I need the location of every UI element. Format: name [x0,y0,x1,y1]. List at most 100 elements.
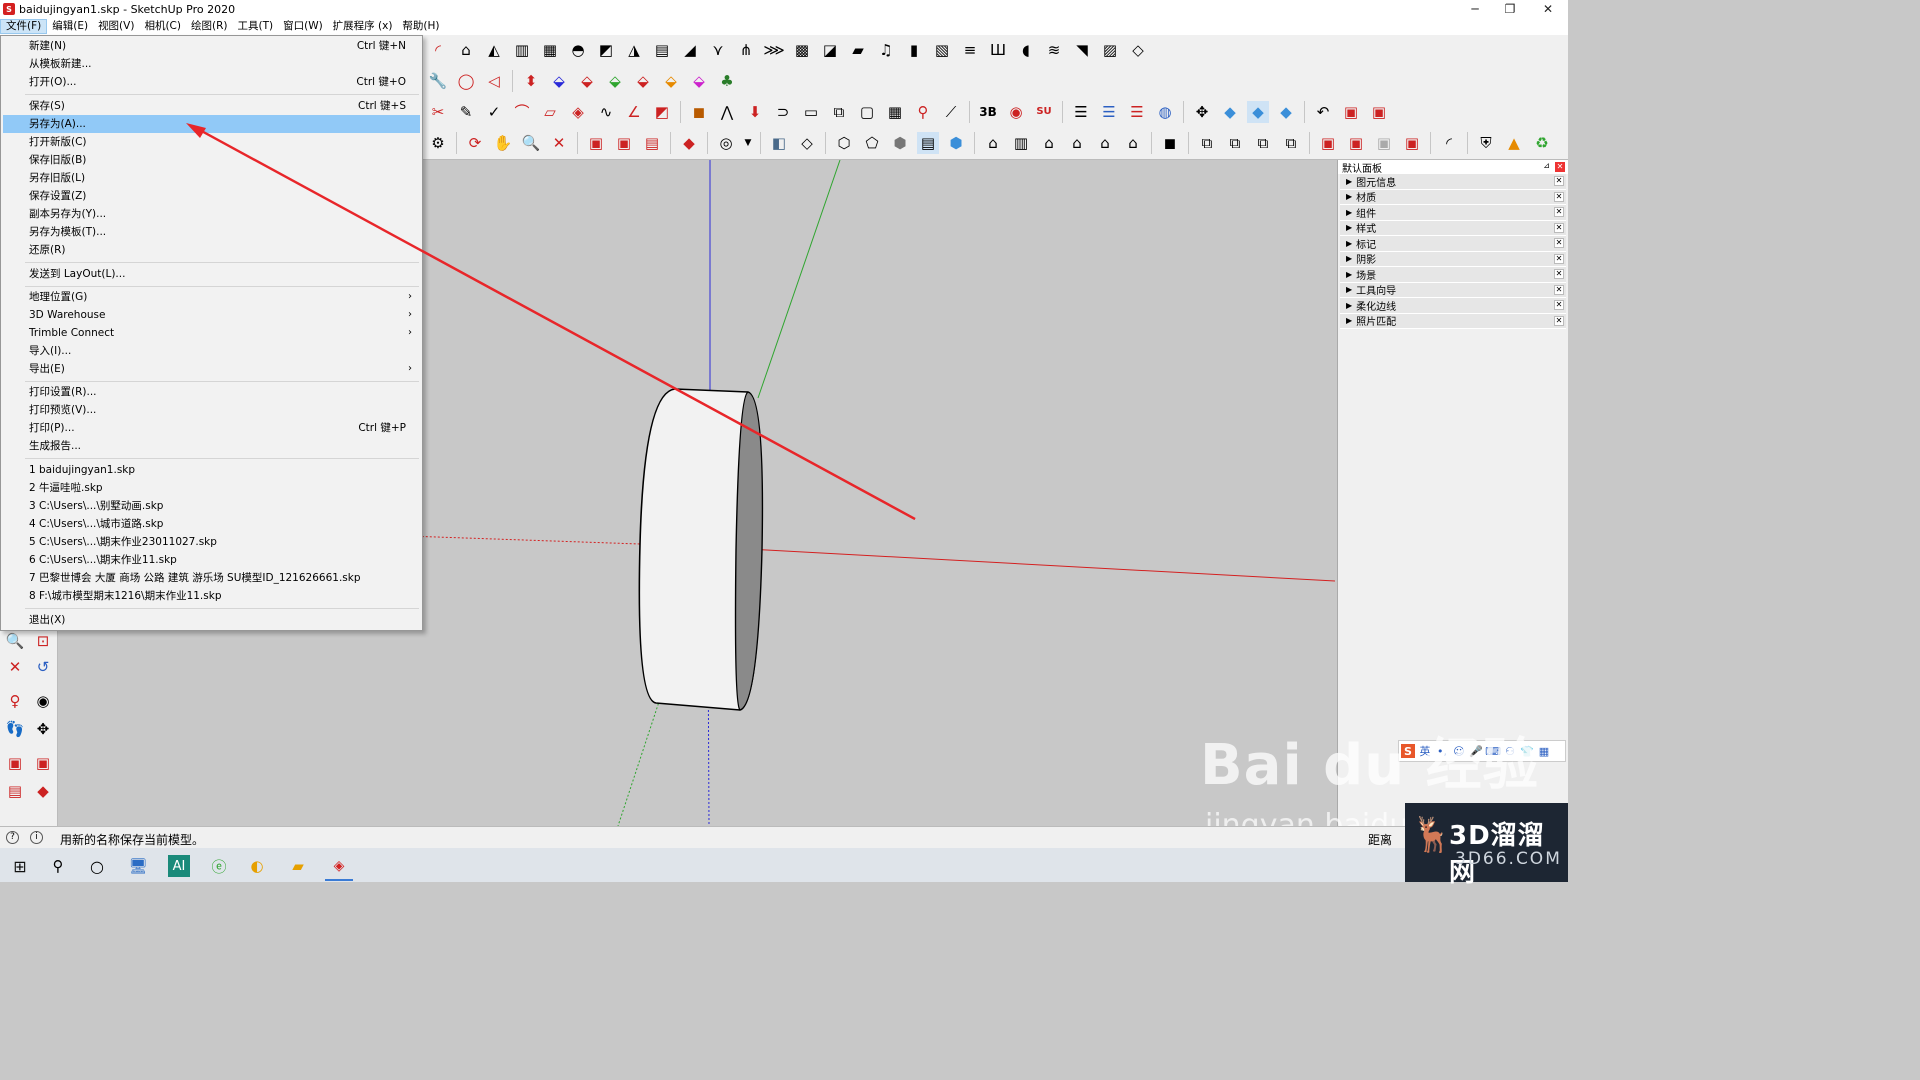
move-arrows-icon[interactable]: ✥ [1191,101,1213,123]
left-view-icon[interactable]: ⌂ [1122,132,1144,154]
panel-close-icon[interactable]: ✕ [1554,253,1564,264]
tray-panel-match-photo[interactable]: ▶ 照片匹配 ✕ [1340,313,1566,329]
menu-recent-file-5[interactable]: 5 C:\Users\...\期末作业23011027.skp [3,533,420,551]
curve-icon[interactable]: ◜ [1438,132,1460,154]
menu-exit[interactable]: 退出(X) [3,611,420,629]
shaded-texture-icon[interactable]: ▤ [917,132,939,154]
computer-icon[interactable]: 🖥 [120,851,156,881]
xray-icon[interactable]: ◧ [768,132,790,154]
tray-panel-soften-edges[interactable]: ▶ 柔化边线 ✕ [1340,298,1566,314]
panel-close-icon[interactable]: ✕ [1554,315,1564,326]
front-view-icon[interactable]: ⌂ [1038,132,1060,154]
zoom-extents-left-icon[interactable]: ✕ [4,656,26,678]
pipe-icon[interactable]: ⊃ [772,101,794,123]
menu-print[interactable]: 打印(P)... Ctrl 键+P [3,419,420,437]
circle-icon[interactable]: ◯ [455,70,477,92]
box-outline-icon[interactable]: ◇ [1127,39,1149,61]
pen-icon[interactable]: ✎ [455,101,477,123]
walk-footprints-icon[interactable]: 👣 [4,718,26,740]
tray-panel-instructor[interactable]: ▶ 工具向导 ✕ [1340,282,1566,298]
tray-panel-shadows[interactable]: ▶ 阴影 ✕ [1340,251,1566,267]
move-x-icon[interactable]: ⬙ [660,70,682,92]
move-f-icon[interactable]: ⬙ [688,70,710,92]
move-red-icon[interactable]: ⬙ [576,70,598,92]
wireframe-icon[interactable]: ⬡ [833,132,855,154]
wave-icon[interactable]: ≋ [1043,39,1065,61]
previous-view-icon[interactable]: ↺ [32,656,54,678]
menu-edit[interactable]: 编辑(E) [47,19,93,34]
panel-close-icon[interactable]: ✕ [1554,238,1564,248]
brush-icon[interactable]: ⟋ [940,101,962,123]
menu-window[interactable]: 窗口(W) [278,19,328,34]
mesh2-icon[interactable]: ▨ [1099,39,1121,61]
minimize-button[interactable]: ─ [1457,0,1493,18]
warehouse-left-icon[interactable]: ▣ [4,752,26,774]
menu-save[interactable]: 保存(S) Ctrl 键+S [3,97,420,115]
menu-geo-location[interactable]: 地理位置(G) › [3,288,420,306]
file-explorer-icon[interactable]: ▰ [280,851,316,881]
menu-recent-file-2[interactable]: 2 牛逼哇啦.skp [3,479,420,497]
menu-save-settings[interactable]: 保存设置(Z) [3,187,420,205]
section-fill-icon[interactable]: ◆ [1275,101,1297,123]
tray-panel-styles[interactable]: ▶ 样式 ✕ [1340,220,1566,236]
slope-icon[interactable]: ◪ [819,39,841,61]
plate-icon[interactable]: ▰ [847,39,869,61]
back-view-icon[interactable]: ⌂ [1094,132,1116,154]
tray-panel-tags[interactable]: ▶ 标记 ✕ [1340,236,1566,252]
recycle-icon[interactable]: ♻ [1531,132,1553,154]
arch-icon[interactable]: ⌒ [511,101,533,123]
plugin-b-icon[interactable]: ▣ [1373,132,1395,154]
column-icon[interactable]: ▦ [539,39,561,61]
tray-panel-components[interactable]: ▶ 组件 ✕ [1340,205,1566,221]
top-view-icon[interactable]: ▥ [1010,132,1032,154]
menu-save-as-template[interactable]: 另存为模板(T)... [3,223,420,241]
paint-icon[interactable]: ▱ [539,101,561,123]
shell-icon[interactable]: ◖ [1015,39,1037,61]
menu-recent-file-7[interactable]: 7 巴黎世博会 大厦 商场 公路 建筑 游乐场 SU模型ID_121626661… [3,569,420,587]
check-curve-icon[interactable]: ✓ [483,101,505,123]
menu-save-as[interactable]: 另存为(A)... [3,115,420,133]
ruby-icon[interactable]: ◆ [678,132,700,154]
menu-send-to-layout[interactable]: 发送到 LayOut(L)... [3,265,420,283]
bars-icon[interactable]: ▥ [511,39,533,61]
grid-icon[interactable]: ▧ [931,39,953,61]
polygon-icon[interactable]: ◁ [483,70,505,92]
book-icon[interactable]: ▮ [903,39,925,61]
tag-icon[interactable]: ◩ [651,101,673,123]
slab-icon[interactable]: ▭ [800,101,822,123]
move-n-icon[interactable]: ⬙ [632,70,654,92]
leaf-icon[interactable]: ◩ [595,39,617,61]
task-view-icon[interactable]: ○ [79,851,115,881]
zoom-window-icon[interactable]: ⊡ [32,630,54,652]
ruby-console-icon[interactable]: ▣ [1317,132,1339,154]
menu-save-copy-as[interactable]: 副本另存为(Y)... [3,205,420,223]
menu-recent-file-4[interactable]: 4 C:\Users\...\城市道路.skp [3,515,420,533]
zoom-extents-icon[interactable]: ✕ [548,132,570,154]
ai-app-icon[interactable]: AI [168,855,190,877]
menu-print-setup[interactable]: 打印设置(R)... [3,383,420,401]
position-camera-icon[interactable]: ♀ [4,690,26,712]
hidden-line-icon[interactable]: ⬠ [861,132,883,154]
section-icon[interactable]: ◆ [1219,101,1241,123]
info-icon[interactable]: i [30,831,43,844]
arc-tool-icon[interactable]: ◜ [427,39,449,61]
move-blue-icon[interactable]: ⬙ [548,70,570,92]
panel-close-icon[interactable]: ✕ [1554,207,1564,217]
menu-file[interactable]: 文件(F) [0,19,48,34]
pin-icon[interactable]: ⊿ [1543,161,1550,170]
subtract-icon[interactable]: ⧉ [1252,132,1274,154]
menu-draw[interactable]: 绘图(R) [186,19,233,34]
extension-icon[interactable]: ▣ [613,132,635,154]
shield-icon[interactable]: ⛨ [1475,132,1497,154]
tray-panel-materials[interactable]: ▶ 材质 ✕ [1340,189,1566,205]
menu-3d-warehouse[interactable]: 3D Warehouse › [3,306,420,324]
monochrome-icon[interactable]: ⬢ [945,132,967,154]
follow-me-icon[interactable]: ⌂ [455,39,477,61]
menu-recent-file-6[interactable]: 6 C:\Users\...\期末作业11.skp [3,551,420,569]
cone-icon[interactable]: ◮ [623,39,645,61]
layers-red-icon[interactable]: ☰ [1126,101,1148,123]
angle-icon[interactable]: ∠ [623,101,645,123]
grid-3d-icon[interactable]: ▦ [884,101,906,123]
menu-save-as-old-version[interactable]: 另存旧版(L) [3,169,420,187]
mesh-icon[interactable]: ▩ [791,39,813,61]
